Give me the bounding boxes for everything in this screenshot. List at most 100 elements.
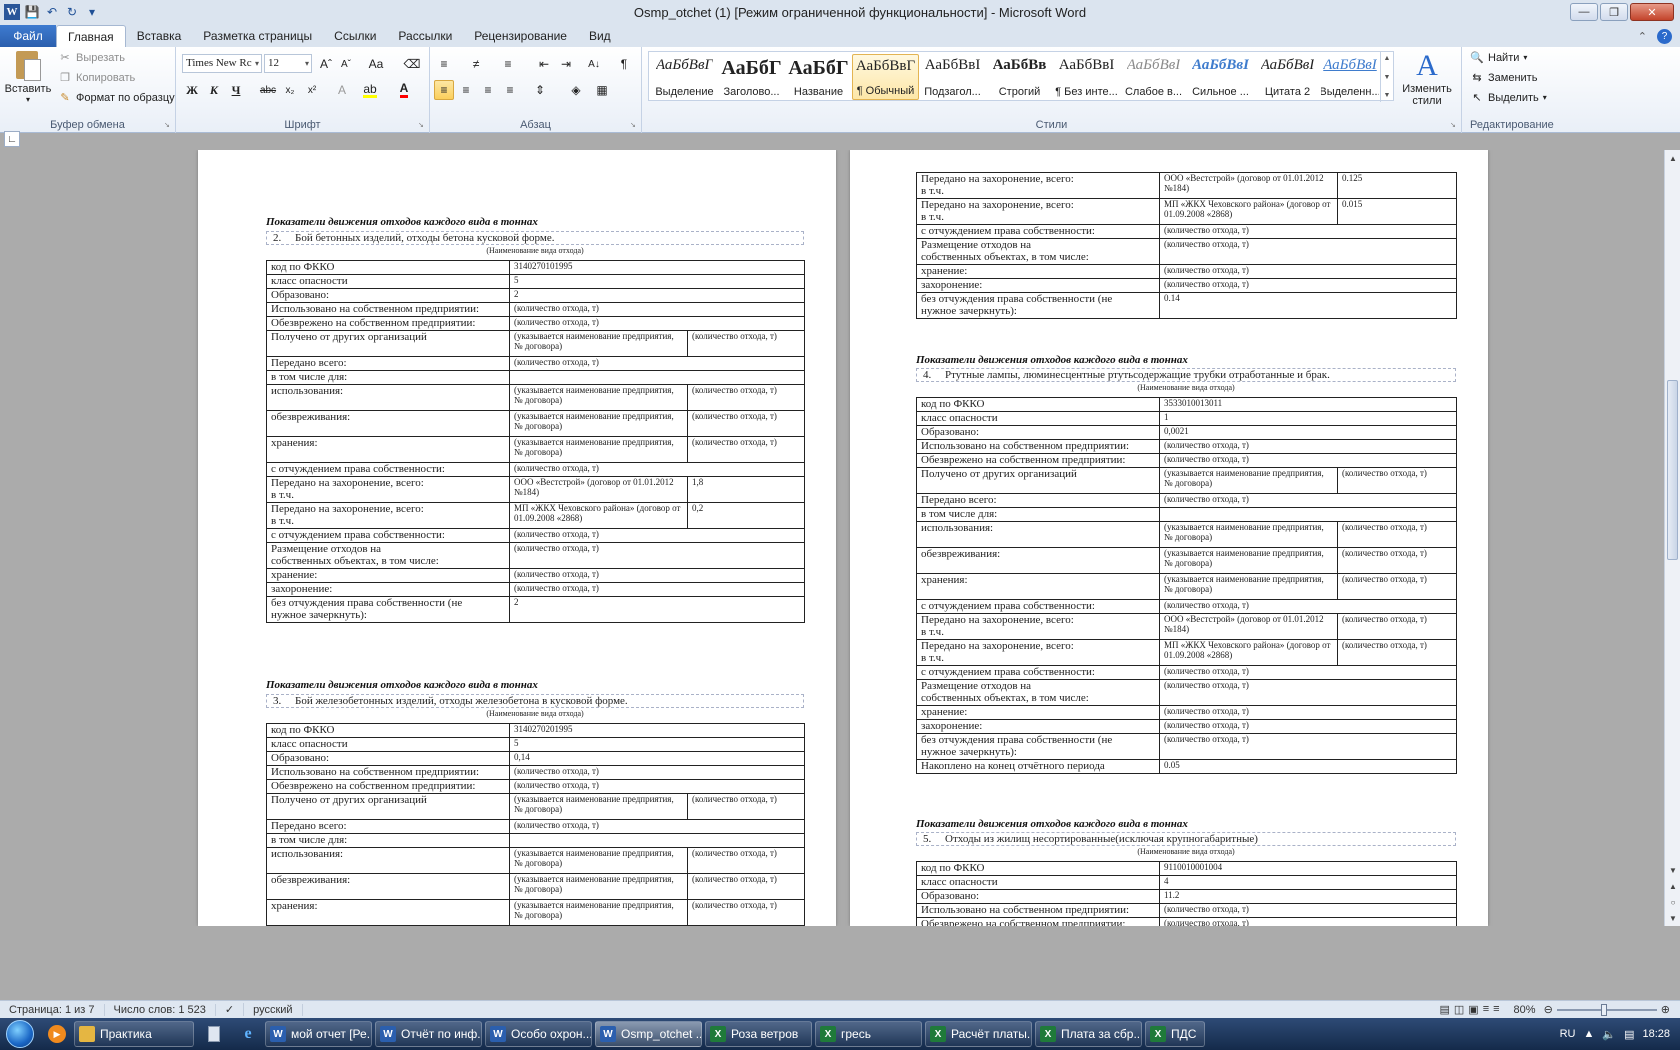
language-indicator[interactable]: русский <box>244 1003 303 1016</box>
taskbar-item-excel-3[interactable]: X Расчёт платы... <box>925 1021 1032 1047</box>
italic-icon[interactable]: К <box>204 80 224 100</box>
spellcheck-icon[interactable]: ✓ <box>216 1003 245 1016</box>
minimize-button[interactable]: — <box>1570 3 1598 21</box>
text-effects-icon[interactable]: A <box>332 80 352 100</box>
bullets-icon[interactable]: ≡ <box>434 54 454 74</box>
start-button[interactable] <box>0 1018 40 1050</box>
zoom-slider[interactable] <box>1556 1003 1657 1016</box>
page-indicator[interactable]: Страница: 1 из 7 <box>0 1003 105 1016</box>
tab-page-layout[interactable]: Разметка страницы <box>192 25 323 47</box>
volume-icon[interactable]: 🔈 <box>1602 1028 1616 1041</box>
highlight-icon[interactable]: ab <box>360 80 380 100</box>
copy-button[interactable]: ❐ Копировать <box>58 71 135 85</box>
style-heading[interactable]: АаБбГ Заголово... <box>718 54 785 100</box>
change-styles-button[interactable]: A Изменить стили <box>1396 49 1458 107</box>
bold-icon[interactable]: Ж <box>182 80 202 100</box>
full-screen-reading-icon[interactable]: ◫ <box>1454 1003 1464 1016</box>
clear-formatting-icon[interactable]: ⌫ <box>402 54 422 74</box>
numbering-icon[interactable]: ≠ <box>466 54 486 74</box>
vertical-scrollbar[interactable]: ▲ ▼ ▲ ○ ▼ <box>1664 150 1680 926</box>
scroll-up-icon[interactable]: ▲ <box>1665 150 1680 166</box>
chevron-up-icon[interactable]: ▲ <box>1384 55 1391 62</box>
web-layout-icon[interactable]: ▣ <box>1468 1003 1478 1016</box>
taskbar-item-excel-4[interactable]: X Плата за сбр... <box>1035 1021 1142 1047</box>
style-quote-2[interactable]: АаБбВвІ Цитата 2 <box>1254 54 1321 100</box>
align-center-icon[interactable]: ≡ <box>456 80 476 100</box>
tab-home[interactable]: Главная <box>56 25 126 47</box>
previous-page-icon[interactable]: ▲ <box>1665 878 1680 894</box>
font-size-combo[interactable]: 12 ▾ <box>264 54 312 73</box>
undo-icon[interactable]: ↶ <box>44 4 60 20</box>
shading-icon[interactable]: ◈ <box>566 80 586 100</box>
chevron-down-icon[interactable]: ▼ <box>1384 74 1391 81</box>
more-styles-icon[interactable]: ▼ <box>1384 92 1391 99</box>
language-indicator[interactable]: RU <box>1560 1028 1576 1040</box>
taskbar-item-word-active[interactable]: W Osmp_otchet ... <box>595 1021 702 1047</box>
style-no-spacing[interactable]: АаБбВвІ ¶ Без инте... <box>1053 54 1120 100</box>
style-subtitle[interactable]: АаБбВвІ Подзагол... <box>919 54 986 100</box>
taskbar-item-word-2[interactable]: W Отчёт по инф... <box>375 1021 482 1047</box>
styles-scroll[interactable]: ▲ ▼ ▼ <box>1380 52 1393 102</box>
clock[interactable]: 18:28 <box>1642 1028 1670 1040</box>
underline-icon[interactable]: Ч <box>226 80 246 100</box>
decrease-indent-icon[interactable]: ⇤ <box>534 54 554 74</box>
strikethrough-icon[interactable]: abc <box>258 80 278 100</box>
browse-object-icon[interactable]: ○ <box>1665 894 1680 910</box>
tab-view[interactable]: Вид <box>578 25 622 47</box>
dialog-launcher-icon[interactable]: ↘ <box>164 122 172 130</box>
tab-references[interactable]: Ссылки <box>323 25 387 47</box>
scroll-down-icon[interactable]: ▼ <box>1665 862 1680 878</box>
format-painter-button[interactable]: ✎ Формат по образцу <box>58 91 174 105</box>
show-hidden-icons-icon[interactable]: ▲ <box>1583 1028 1594 1040</box>
style-subtle-emphasis[interactable]: АаБбВвІ Слабое в... <box>1120 54 1187 100</box>
dialog-launcher-icon[interactable]: ↘ <box>1450 122 1458 130</box>
save-icon[interactable]: 💾 <box>24 4 40 20</box>
print-layout-icon[interactable]: ▤ <box>1439 1003 1449 1016</box>
zoom-in-icon[interactable]: ⊕ <box>1661 1003 1680 1016</box>
style-intense-quote[interactable]: АаБбВвІ Выделенн... <box>1321 54 1379 100</box>
scroll-thumb[interactable] <box>1667 380 1678 560</box>
cut-button[interactable]: ✂ Вырезать <box>58 51 125 65</box>
font-color-icon[interactable]: A <box>394 80 414 100</box>
customize-qat-icon[interactable]: ▾ <box>84 4 100 20</box>
taskbar-item-excel-1[interactable]: X Роза ветров <box>705 1021 812 1047</box>
taskbar-item-excel-5[interactable]: X ПДС <box>1145 1021 1205 1047</box>
find-button[interactable]: 🔍 Найти ▾ <box>1470 51 1527 65</box>
taskbar-item-word-1[interactable]: Wмой отчет [Ре... <box>265 1021 372 1047</box>
close-button[interactable]: ✕ <box>1630 3 1674 21</box>
zoom-level[interactable]: 80% <box>1506 1004 1544 1016</box>
line-spacing-icon[interactable]: ⇕ <box>530 80 550 100</box>
word-count[interactable]: Число слов: 1 523 <box>105 1003 216 1016</box>
zoom-out-icon[interactable]: ⊖ <box>1544 1003 1553 1016</box>
shrink-font-icon[interactable]: Aˇ <box>336 54 356 74</box>
select-button[interactable]: ↖ Выделить ▾ <box>1470 91 1546 105</box>
media-player-icon[interactable]: ▶ <box>40 1020 74 1048</box>
justify-icon[interactable]: ≡ <box>500 80 520 100</box>
tab-mailings[interactable]: Рассылки <box>387 25 463 47</box>
tab-review[interactable]: Рецензирование <box>463 25 578 47</box>
align-right-icon[interactable]: ≡ <box>478 80 498 100</box>
ruler-toggle-icon[interactable]: ∟ <box>4 131 20 147</box>
sort-icon[interactable]: A↓ <box>584 54 604 74</box>
paste-button[interactable]: Вставить ▾ <box>4 49 52 104</box>
next-page-icon[interactable]: ▼ <box>1665 910 1680 926</box>
change-case-icon[interactable]: Aa <box>366 54 386 74</box>
multilevel-list-icon[interactable]: ≡ <box>498 54 518 74</box>
zoom-slider-thumb[interactable] <box>1600 1003 1607 1016</box>
maximize-button[interactable]: ❐ <box>1600 3 1628 21</box>
word-logo-icon[interactable]: W <box>4 4 20 20</box>
notepad-icon[interactable] <box>197 1020 231 1048</box>
tab-insert[interactable]: Вставка <box>126 25 193 47</box>
style-title[interactable]: АаБбГ Название <box>785 54 852 100</box>
outline-icon[interactable]: ≡ <box>1483 1003 1489 1016</box>
dialog-launcher-icon[interactable]: ↘ <box>630 122 638 130</box>
superscript-icon[interactable]: x² <box>302 80 322 100</box>
dialog-launcher-icon[interactable]: ↘ <box>418 122 426 130</box>
increase-indent-icon[interactable]: ⇥ <box>556 54 576 74</box>
redo-icon[interactable]: ↻ <box>64 4 80 20</box>
taskbar-item-excel-2[interactable]: Xгресь <box>815 1021 922 1047</box>
style-intense-emphasis[interactable]: АаБбВвІ Сильное ... <box>1187 54 1254 100</box>
help-icon[interactable]: ? <box>1657 28 1672 44</box>
replace-button[interactable]: ⇆ Заменить <box>1470 71 1537 85</box>
style-emphasis[interactable]: АаБбВвГ Выделение <box>651 54 718 100</box>
